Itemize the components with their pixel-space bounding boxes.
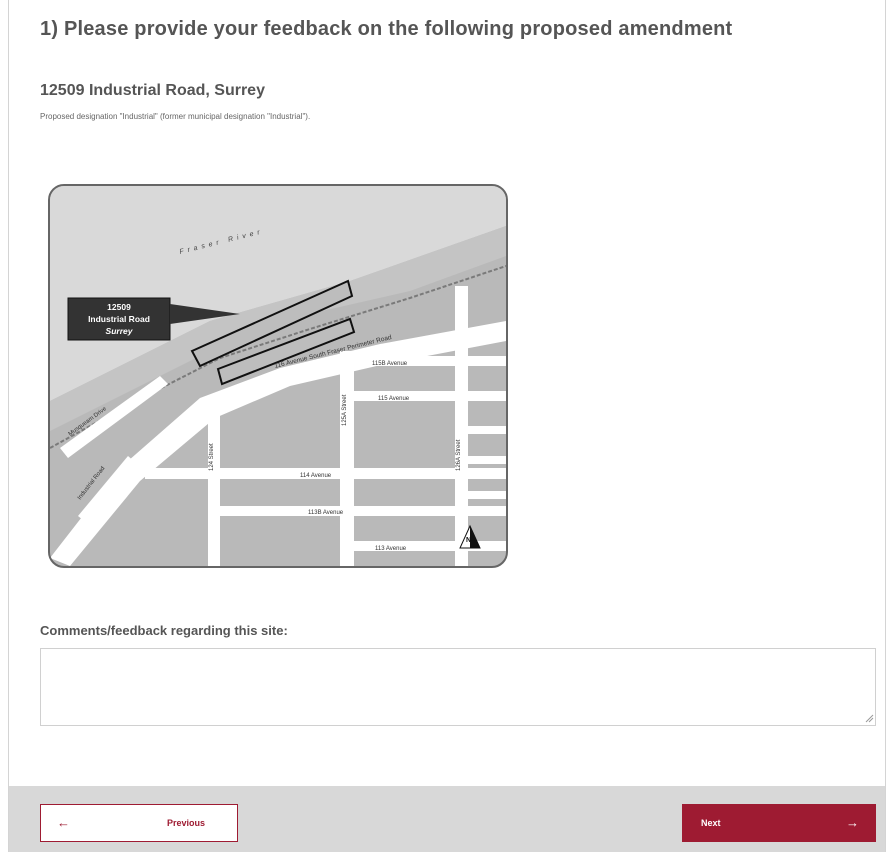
next-button[interactable]: Next → [682,804,876,842]
st-126a-label: 126A Street [456,439,462,471]
street-126a [455,286,468,566]
svg-text:N: N [466,537,471,544]
comments-label: Comments/feedback regarding this site: [40,623,288,638]
ave-113b-label: 113B Avenue [308,510,344,516]
next-label: Next [701,818,721,828]
arrow-right-icon: → [846,815,859,830]
arrow-left-icon: ← [57,815,70,830]
comments-textarea[interactable] [40,648,876,726]
question-title: 1) Please provide your feedback on the f… [40,18,733,40]
previous-button[interactable]: ← Previous [40,804,238,842]
ave-113b [220,506,506,516]
ave-115 [354,391,506,401]
st-125a-label: 125A Street [342,394,348,426]
site-description: Proposed designation "Industrial" (forme… [40,112,311,121]
ave-115-label: 115 Avenue [378,396,410,402]
callout-line1: 12509 [107,302,131,312]
street-125a [340,351,354,566]
callout-line3: Surrey [106,326,134,336]
ave-115b-label: 115B Avenue [372,361,408,367]
site-map: 12509 Industrial Road Surrey Fraser Rive… [48,184,508,568]
previous-label: Previous [167,818,206,828]
callout-line2: Industrial Road [88,314,150,324]
site-title: 12509 Industrial Road, Surrey [40,82,265,99]
street-124 [208,414,220,566]
resize-grip-icon[interactable] [864,713,874,723]
st-124-label: 124 Street [209,443,215,471]
ave-113-label: 113 Avenue [375,546,407,552]
ave-114-label: 114 Avenue [300,473,332,479]
